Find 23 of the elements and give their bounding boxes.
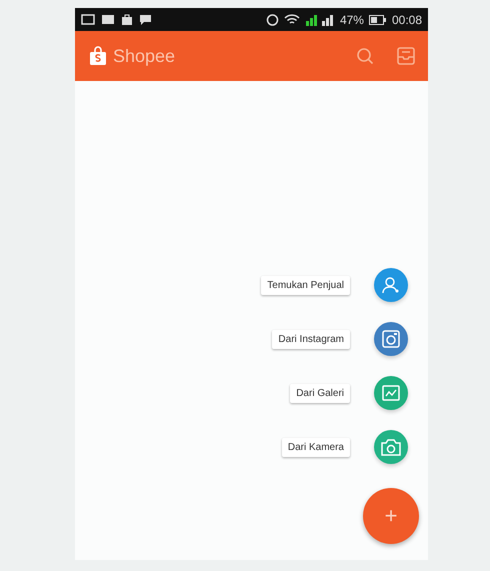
battery-icon	[368, 14, 387, 24]
action-button[interactable]	[374, 268, 408, 302]
camera-icon	[381, 438, 401, 456]
image-icon	[382, 384, 400, 402]
app-title: Shopee	[113, 46, 176, 66]
chat-icon	[139, 14, 152, 26]
search-icon[interactable]	[356, 47, 374, 65]
bag-icon	[121, 13, 133, 26]
wifi-icon	[284, 14, 300, 26]
action-label[interactable]: Dari Kamera	[282, 438, 350, 456]
battery-percent: 47%	[340, 12, 364, 26]
clock: 00:08	[392, 12, 422, 26]
shopping-bag-logo-icon	[89, 46, 107, 66]
action-button[interactable]	[374, 430, 408, 464]
action-label[interactable]: Dari Galeri	[290, 384, 350, 402]
action-label[interactable]: Dari Instagram	[272, 330, 350, 348]
action-button[interactable]	[374, 376, 408, 410]
action-button[interactable]	[374, 322, 408, 356]
action-label[interactable]: Temukan Penjual	[261, 276, 350, 294]
signal-icon	[304, 13, 335, 26]
instagram-icon	[382, 330, 400, 348]
inbox-icon[interactable]	[396, 47, 416, 65]
person-icon	[382, 276, 400, 294]
